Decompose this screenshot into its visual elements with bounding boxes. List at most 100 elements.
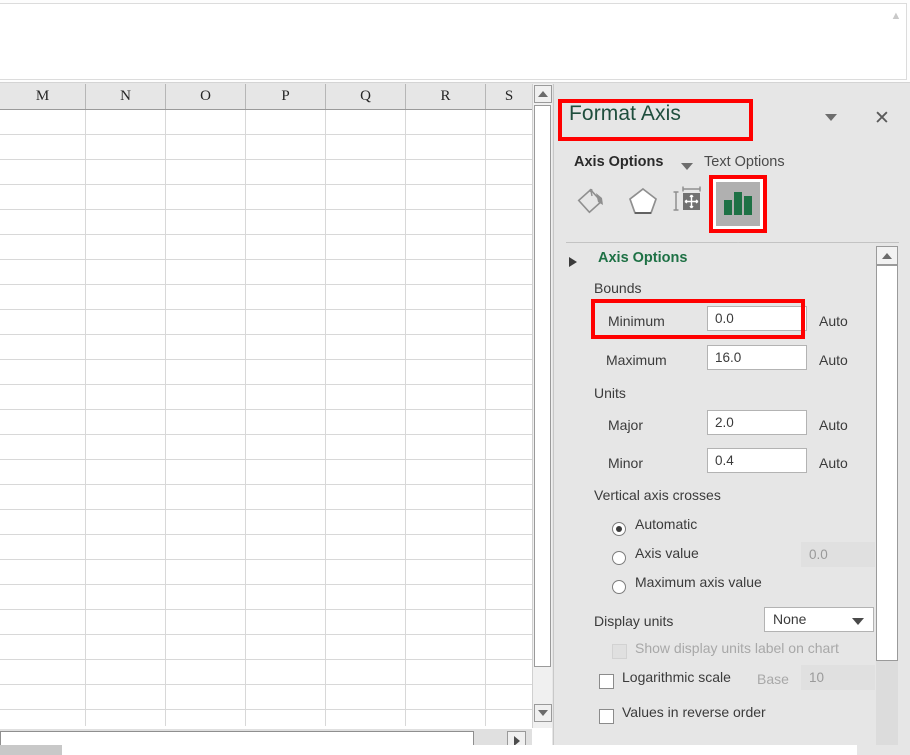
scroll-down-arrow-icon [538,710,548,716]
logarithmic-scale-label[interactable]: Logarithmic scale [622,669,731,685]
display-units-label: Display units [594,613,674,629]
radio-maximum-axis-value-label[interactable]: Maximum axis value [635,574,762,590]
grid-hline [0,359,532,360]
logarithmic-scale-checkbox[interactable] [599,674,614,689]
grid-hline [0,459,532,460]
panel-vscroll-track[interactable] [876,661,898,755]
grid-hline [0,509,532,510]
grid-hline [0,709,532,710]
vertical-axis-crosses-group-label: Vertical axis crosses [594,487,721,503]
show-display-units-label: Show display units label on chart [635,640,839,656]
grid-hline [0,334,532,335]
tab-axis-options[interactable]: Axis Options [574,154,663,170]
grid-hline [0,434,532,435]
display-units-select[interactable]: None [764,607,874,632]
format-axis-panel: Format Axis ✕ Axis Options Text Options [553,84,910,755]
panel-vertical-scrollbar[interactable] [876,246,898,755]
excel-window: ▲ M N O P Q R S Format Axis ✕ Axis Optio… [0,0,910,755]
grid-hline [0,484,532,485]
major-auto-button[interactable]: Auto [819,417,848,433]
size-properties-icon[interactable] [666,180,712,226]
panel-title: Format Axis [569,102,681,125]
grid-hline [0,234,532,235]
column-header-r[interactable]: R [406,84,486,109]
base-label: Base [757,671,789,687]
grid-hline [0,259,532,260]
minor-auto-button[interactable]: Auto [819,455,848,471]
panel-collapse-chevron-down-icon[interactable] [825,114,837,121]
radio-axis-value-label[interactable]: Axis value [635,545,699,561]
worksheet-vertical-scrollbar[interactable] [532,84,552,728]
bounds-group-label: Bounds [594,280,642,296]
panel-icon-toolbar [554,175,910,234]
selected-tab-notch [728,232,748,243]
minor-input[interactable]: 0.4 [707,448,807,473]
axis-options-chart-icon[interactable] [716,182,760,226]
units-group-label: Units [594,385,626,401]
grid-hline [0,309,532,310]
tab-text-options[interactable]: Text Options [704,154,785,170]
scroll-up-chevron-icon[interactable]: ▲ [890,10,902,22]
cell-grid[interactable] [0,110,532,726]
show-display-units-checkbox[interactable] [612,644,627,659]
maximum-label: Maximum [606,352,667,368]
grid-hline [0,634,532,635]
scroll-up-arrow-icon [882,252,892,259]
axis-value-input[interactable]: 0.0 [801,542,875,567]
grid-hline [0,659,532,660]
minor-label: Minor [608,455,644,471]
grid-hline [0,284,532,285]
window-bottom-strip [0,745,910,755]
panel-scroll-up-button[interactable] [876,246,898,265]
grid-hline [0,584,532,585]
scroll-right-arrow-icon [513,735,520,746]
radio-automatic[interactable] [612,522,626,536]
grid-hline [0,559,532,560]
column-header-o[interactable]: O [166,84,246,109]
base-input[interactable]: 10 [801,665,875,690]
values-reverse-order-checkbox[interactable] [599,709,614,724]
axis-options-expand-triangle-icon[interactable] [569,257,577,267]
axis-options-section-title: Axis Options [598,250,688,266]
major-input[interactable]: 2.0 [707,410,807,435]
column-header-m[interactable]: M [0,84,86,109]
column-header-n[interactable]: N [86,84,166,109]
bottom-strip-left [0,745,62,755]
scroll-up-arrow-icon [538,91,548,97]
tab-dropdown-chevron-down-icon[interactable] [681,163,693,170]
notch-right-edge [737,242,748,243]
effects-pentagon-icon[interactable] [620,180,666,226]
minimum-input[interactable]: 0.0 [707,306,807,331]
grid-hline [0,209,532,210]
grid-hline [0,684,532,685]
panel-vscroll-thumb[interactable] [876,265,898,661]
column-header-s[interactable]: S [486,84,532,109]
column-header-row: M N O P Q R S [0,84,552,110]
column-header-p[interactable]: P [246,84,326,109]
panel-close-icon[interactable]: ✕ [871,108,893,130]
display-units-selected-value: None [773,611,807,627]
minimum-label-text: Minimum [608,313,665,329]
fill-line-icon[interactable] [572,180,618,226]
grid-hline [0,184,532,185]
worksheet-scroll-up-button[interactable] [534,85,552,103]
dropdown-arrow-icon [852,618,864,625]
worksheet-vscroll-thumb[interactable] [534,105,551,667]
column-header-q[interactable]: Q [326,84,406,109]
grid-hline [0,159,532,160]
minimum-auto-button[interactable]: Auto [819,313,848,329]
grid-hline [0,534,532,535]
bottom-strip-middle [62,745,857,755]
maximum-auto-button[interactable]: Auto [819,352,848,368]
minimum-label: Minimum [608,313,665,329]
worksheet-scroll-down-button[interactable] [534,704,552,722]
radio-axis-value[interactable] [612,551,626,565]
maximum-input[interactable]: 16.0 [707,345,807,370]
grid-hline [0,609,532,610]
values-reverse-order-label[interactable]: Values in reverse order [622,704,766,720]
radio-maximum-axis-value[interactable] [612,580,626,594]
worksheet: M N O P Q R S [0,84,552,755]
top-content-area: ▲ [0,0,910,83]
major-label: Major [608,417,644,433]
radio-automatic-label[interactable]: Automatic [635,516,697,532]
